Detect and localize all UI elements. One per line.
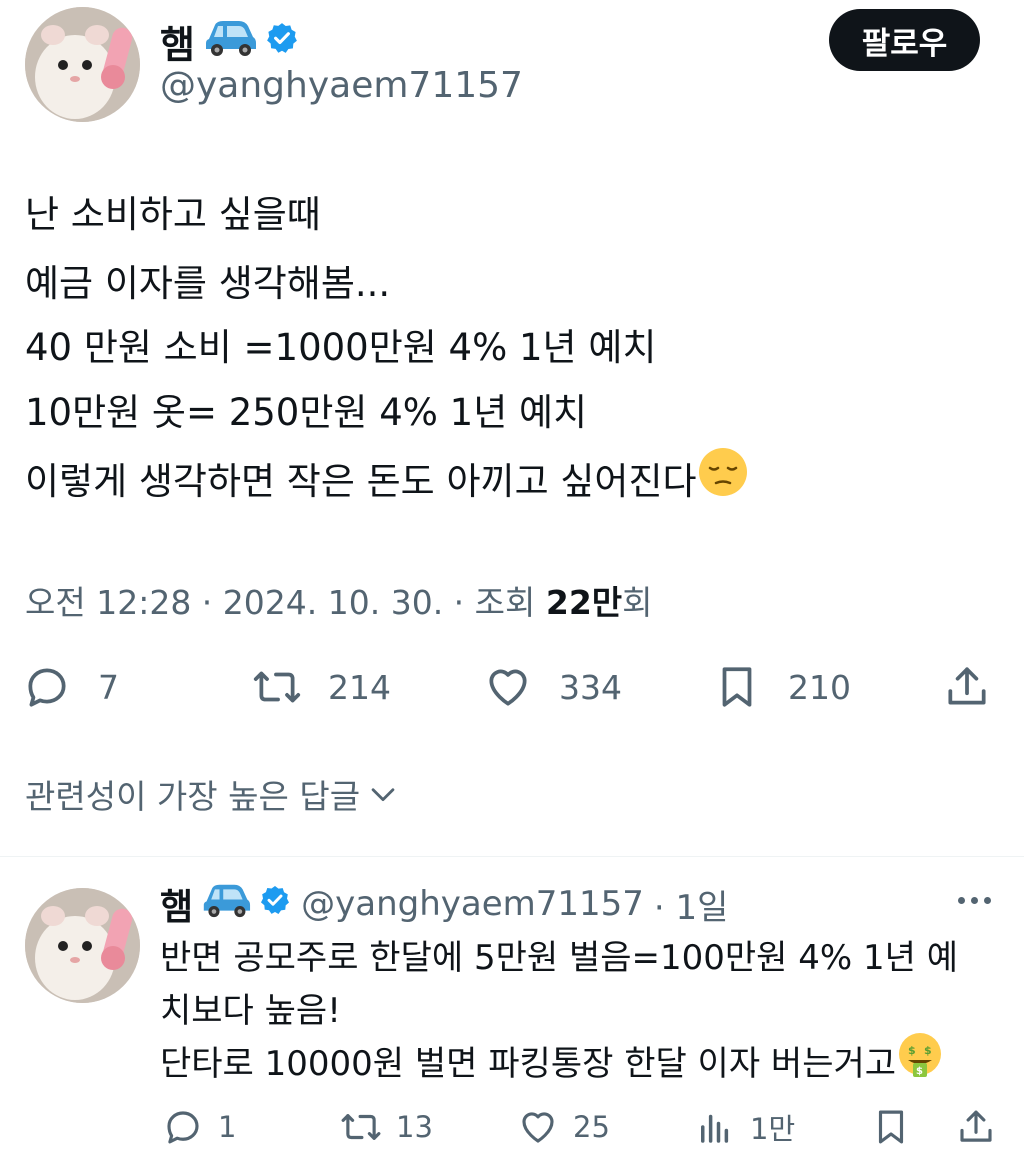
pensive-face-emoji-icon: [697, 446, 749, 518]
replies-sort-label: 관련성이 가장 높은 답글: [25, 777, 361, 816]
reply-bookmark-action[interactable]: [870, 1106, 912, 1148]
follow-button[interactable]: 팔로우: [829, 9, 980, 71]
reply-avatar[interactable]: [25, 888, 140, 1003]
reply-author-name[interactable]: 햄: [160, 878, 291, 930]
divider: [0, 856, 1024, 857]
post-text-line-1: 난 소비하고 싶을때: [25, 193, 321, 236]
like-action[interactable]: 334: [483, 662, 622, 712]
svg-text:$: $: [908, 1044, 916, 1057]
repost-icon: [253, 671, 301, 703]
more-dot: [971, 897, 978, 904]
svg-text:$: $: [916, 1066, 923, 1077]
repost-icon: [341, 1114, 381, 1140]
money-mouth-face-emoji-icon: $ $ $: [896, 1032, 944, 1096]
post-text-line-4: 10만원 옷= 250만원 4% 1년 예치: [25, 391, 588, 434]
like-icon: [522, 1112, 554, 1143]
like-icon: [489, 669, 527, 706]
car-emoji-icon: [201, 881, 251, 927]
verified-badge-icon: [259, 884, 291, 925]
reply-views-count: 1만: [750, 1112, 796, 1146]
svg-text:$: $: [924, 1044, 932, 1057]
like-count: 334: [559, 667, 622, 707]
reply-text-line-3-text: 단타로 10000원 벌면 파킹통장 한달 이자 버는거고: [160, 1043, 897, 1084]
bookmark-count: 210: [788, 667, 851, 707]
reply-count: 7: [98, 667, 119, 707]
reply-like-count: 25: [573, 1110, 610, 1144]
repost-count: 214: [328, 667, 391, 707]
reply-time[interactable]: · 1일: [654, 880, 729, 929]
reply-action[interactable]: 7: [22, 662, 119, 712]
views-icon: [701, 1114, 729, 1143]
reply-repost-action[interactable]: 13: [340, 1106, 433, 1148]
author-name[interactable]: 햄: [160, 14, 299, 69]
avatar[interactable]: [25, 7, 140, 122]
car-emoji-icon: [203, 17, 257, 66]
post-text-line-5: 이렇게 생각하면 작은 돈도 아끼고 싶어진다: [25, 446, 749, 518]
reply-author-name-text: 햄: [160, 887, 194, 928]
reply-views-action[interactable]: 1만: [694, 1106, 795, 1148]
reply-reply-action[interactable]: 1: [162, 1106, 236, 1148]
share-icon: [960, 1110, 992, 1142]
share-icon: [948, 667, 986, 705]
post-meta: 오전 12:28 · 2024. 10. 30. · 조회 22만회: [25, 576, 653, 624]
reply-text-line-2: 치보다 높음!: [160, 991, 341, 1031]
chevron-down-icon: [371, 788, 395, 802]
reply-share-action[interactable]: [955, 1106, 997, 1148]
reply-header: 햄 @yanghyaem71157 · 1일: [160, 878, 728, 930]
post-text-line-5-text: 이렇게 생각하면 작은 돈도 아끼고 싶어진다: [25, 460, 697, 503]
more-dot: [984, 897, 991, 904]
share-action[interactable]: [942, 662, 992, 712]
reply-repost-count: 13: [396, 1110, 433, 1144]
verified-badge-icon: [265, 20, 299, 64]
reply-text-line-3: 단타로 10000원 벌면 파킹통장 한달 이자 버는거고 $ $ $: [160, 1032, 944, 1096]
reply-icon: [28, 668, 66, 707]
reply-like-action[interactable]: 25: [517, 1106, 610, 1148]
view-count-suffix: 회: [622, 583, 653, 622]
reply-icon: [167, 1111, 199, 1144]
author-handle[interactable]: @yanghyaem71157: [160, 65, 523, 106]
bookmark-icon: [722, 667, 752, 707]
more-dot: [958, 897, 965, 904]
post-timestamp[interactable]: 오전 12:28 · 2024. 10. 30. · 조회: [25, 583, 546, 622]
bookmark-icon: [878, 1110, 904, 1144]
author-name-text: 햄: [160, 23, 195, 67]
post-text-line-3: 40 만원 소비 =1000만원 4% 1년 예치: [25, 326, 657, 369]
view-count: 22만: [545, 583, 623, 622]
reply-text-line-1: 반면 공모주로 한달에 5만원 벌음=100만원 4% 1년 예: [160, 938, 958, 978]
repost-action[interactable]: 214: [252, 662, 391, 712]
post-text-line-2: 예금 이자를 생각해봄...: [25, 262, 391, 305]
replies-sort-dropdown[interactable]: 관련성이 가장 높은 답글: [25, 770, 400, 818]
more-icon[interactable]: [958, 897, 991, 904]
bookmark-action[interactable]: 210: [712, 662, 851, 712]
reply-reply-count: 1: [218, 1110, 237, 1144]
reply-author-handle[interactable]: @yanghyaem71157: [301, 884, 644, 924]
